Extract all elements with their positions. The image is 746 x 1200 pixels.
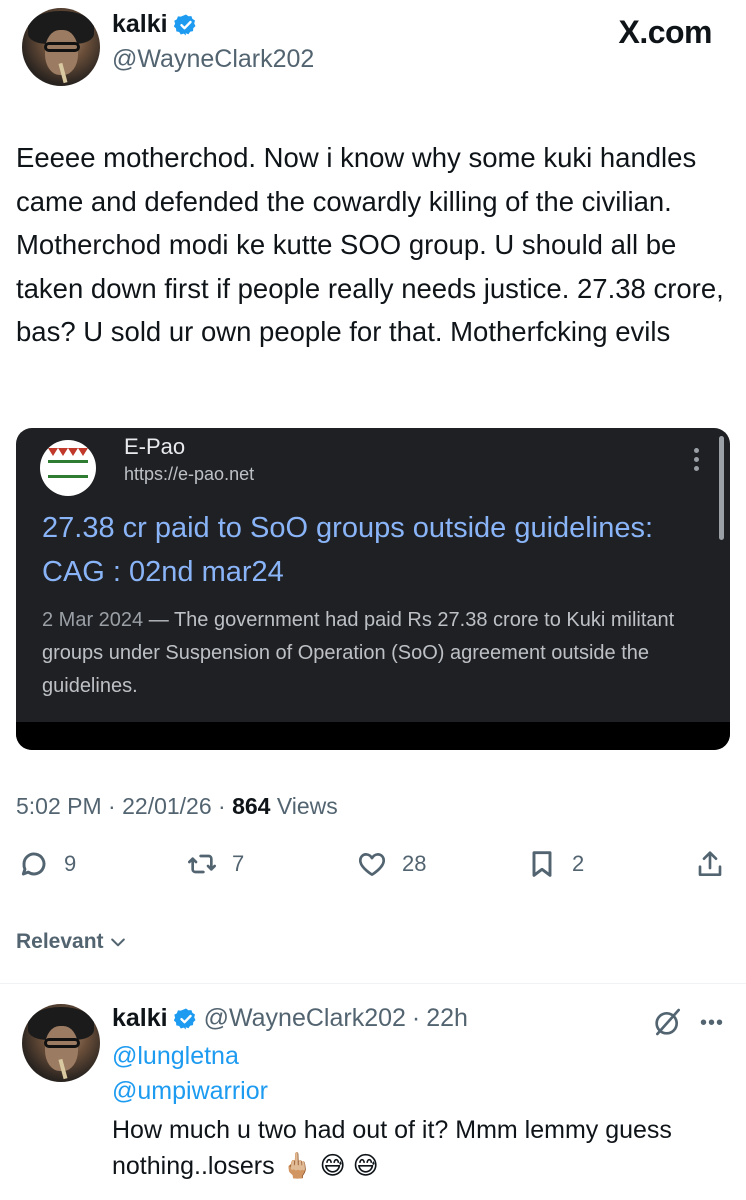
repost-button[interactable]: 7 xyxy=(186,848,244,880)
reply-header: kalki @WayneClark202 · 22h xyxy=(112,1004,468,1033)
views-label: Views xyxy=(276,793,338,819)
bookmark-count: 2 xyxy=(572,851,585,876)
reply-mention-1[interactable]: @lungletna xyxy=(112,1042,239,1071)
card-date: 2 Mar 2024 xyxy=(42,609,144,631)
reply-author-name[interactable]: kalki xyxy=(112,1004,168,1033)
tweet-time: 5:02 PM xyxy=(16,793,102,819)
reply-mention-2[interactable]: @umpiwarrior xyxy=(112,1077,268,1106)
more-vertical-icon xyxy=(694,448,700,474)
heart-icon xyxy=(358,853,386,876)
x-logo: X.com xyxy=(618,14,712,50)
like-button[interactable]: 28 xyxy=(356,848,426,880)
card-scrollbar xyxy=(719,436,724,540)
bookmark-icon xyxy=(532,851,552,877)
more-options-icon[interactable]: ••• xyxy=(700,1012,724,1035)
grok-icon[interactable] xyxy=(652,1006,684,1038)
repost-icon xyxy=(188,854,216,874)
views-count: 864 xyxy=(232,793,271,819)
card-site-name: E-Pao xyxy=(124,434,186,459)
verified-badge-icon xyxy=(173,1008,196,1029)
sort-replies-dropdown[interactable]: Relevant xyxy=(16,930,128,954)
author-avatar[interactable] xyxy=(22,8,100,86)
share-icon xyxy=(698,851,722,876)
reply-button[interactable]: 9 xyxy=(18,848,76,880)
reply-count: 9 xyxy=(64,851,77,876)
tweet-action-bar: 9 7 28 2 xyxy=(16,848,730,892)
chevron-down-icon xyxy=(110,938,125,947)
share-button[interactable] xyxy=(694,848,726,880)
sort-label: Relevant xyxy=(16,930,104,953)
author-block[interactable]: kalki @WayneClark202 xyxy=(112,10,314,74)
tweet-meta: 5:02 PM · 22/01/26 · 864 Views xyxy=(16,793,338,819)
verified-badge-icon xyxy=(173,14,196,35)
like-count: 28 xyxy=(402,851,427,876)
repost-count: 7 xyxy=(232,851,245,876)
card-description: 2 Mar 2024 — The government had paid Rs … xyxy=(42,604,722,703)
card-title: 27.38 cr paid to SoO groups outside guid… xyxy=(42,512,654,588)
card-bottom-bar xyxy=(16,722,730,750)
author-handle[interactable]: @WayneClark202 xyxy=(112,45,314,74)
reply-age: 22h xyxy=(426,1004,468,1032)
embedded-search-result-card[interactable]: E-Pao https://e-pao.net 27.38 cr paid to… xyxy=(16,428,730,750)
tweet-text: Eeeee motherchod. Now i know why some ku… xyxy=(16,142,724,347)
card-url: https://e-pao.net xyxy=(124,464,255,484)
reply-icon xyxy=(21,852,46,876)
reply-text: How much u two had out of it? Mmm lemmy … xyxy=(112,1116,672,1180)
bookmark-button[interactable]: 2 xyxy=(526,848,584,880)
reply-author-avatar[interactable] xyxy=(22,1004,100,1082)
card-dash: — xyxy=(148,609,169,631)
reply-author-handle[interactable]: @WayneClark202 xyxy=(204,1004,406,1033)
author-display-name[interactable]: kalki xyxy=(112,10,168,39)
tweet-date: 22/01/26 xyxy=(122,793,212,819)
e-pao-logo-icon xyxy=(40,440,96,496)
divider xyxy=(0,983,746,984)
